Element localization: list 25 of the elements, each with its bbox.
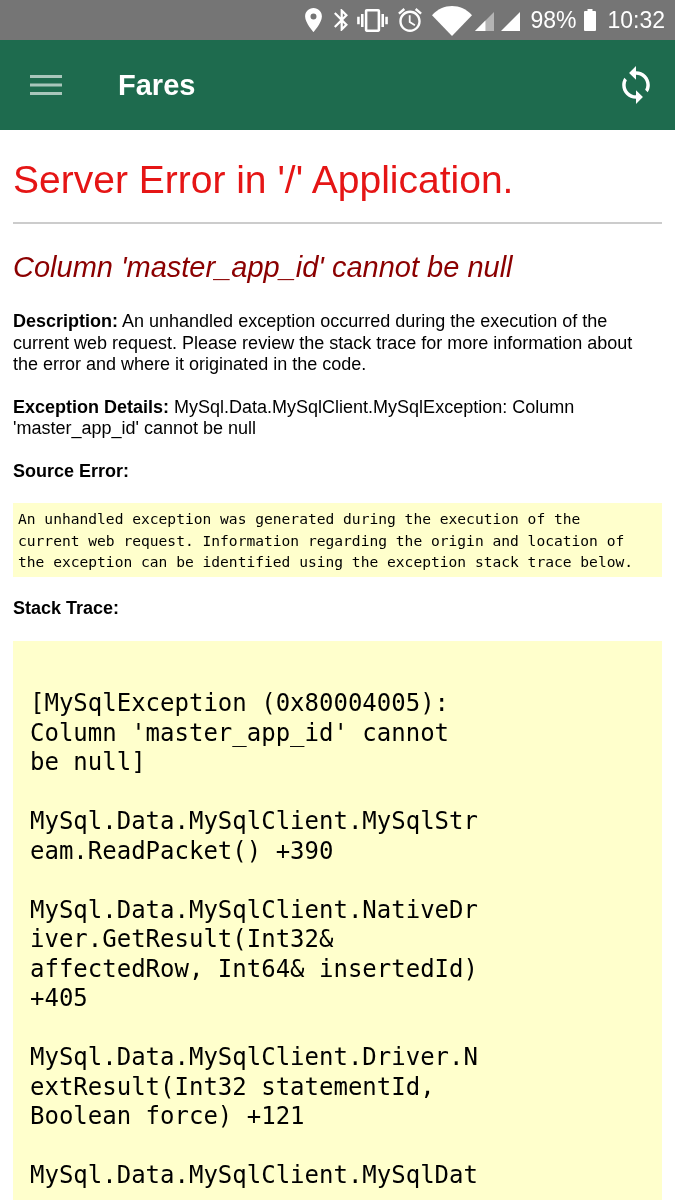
- app-title: Fares: [118, 68, 197, 102]
- vibrate-icon: [357, 8, 389, 32]
- signal-icon: [501, 12, 521, 31]
- clock-time: 10:32: [607, 6, 665, 35]
- stack-frame-text: MySql.Data.MySqlClient.MySqlStream.ReadPacket() +390: [30, 807, 478, 866]
- signal-icon: [475, 12, 495, 31]
- alarm-clock-icon: [398, 8, 423, 32]
- stack-frame-text: MySql.Data.MySqlClient.MySqlDat: [30, 1161, 478, 1191]
- battery-icon: [584, 9, 597, 31]
- battery-percent: 98%: [530, 6, 577, 35]
- section-heading: Stack Trace:: [13, 597, 121, 619]
- source-error-message: An unhandled exception was generated during the execution of the current web request. Information regarding the origin and location of the exception can be identified using the exception stack trace below.: [13, 503, 662, 577]
- bluetooth-icon: [334, 9, 349, 31]
- stack-frame-text: MySql.Data.MySqlClient.NativeDriver.GetResult(Int32& affectedRow, Int64& insertedId) +405: [30, 895, 478, 1014]
- error-page-title: Server Error in '/' Application.: [13, 158, 515, 202]
- stack-frame-text: MySql.Data.MySqlClient.Driver.NextResult(Int32 statementId, Boolean force) +121: [30, 1043, 478, 1132]
- description-text: Description: An unhandled exception occurred during the execution of the current web request. Please review the stack trace for more information about the error and where it originated in the code.: [13, 311, 634, 376]
- stack-frame-text: [MySqlException (0x80004005): Column 'master_app_id' cannot be null]: [30, 689, 451, 778]
- wifi-icon: [432, 6, 473, 36]
- menu-icon[interactable]: [30, 75, 62, 95]
- exception-details-text: Exception Details: MySql.Data.MySqlClient.MySqlException: Column 'master_app_id' cannot be null: [13, 396, 576, 440]
- location-pin-icon: [305, 8, 323, 32]
- refresh-icon[interactable]: [619, 66, 653, 104]
- section-heading: Source Error:: [13, 460, 131, 482]
- error-message-heading: Column 'master_app_id' cannot be null: [13, 250, 514, 284]
